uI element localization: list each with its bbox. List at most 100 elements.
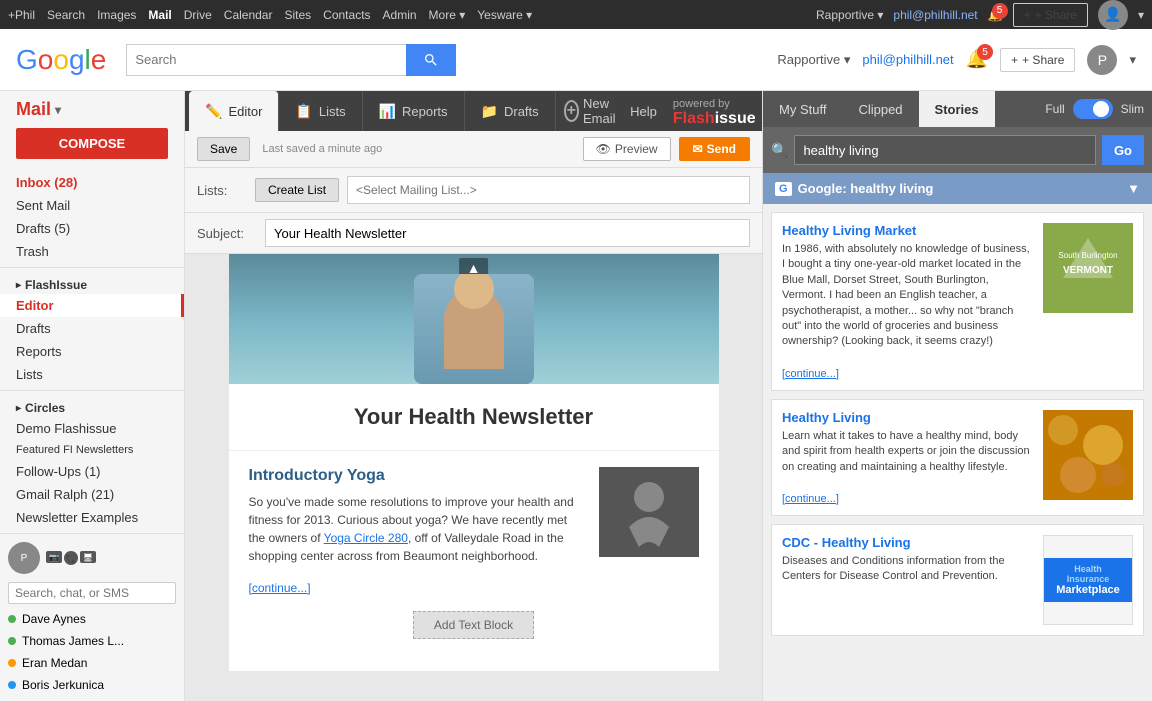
right-tab-stories[interactable]: Stories	[919, 91, 995, 127]
avatar-dropdown[interactable]: ▾	[1129, 52, 1136, 68]
help-button[interactable]: Help	[622, 104, 665, 119]
card-image-1: South Burlington VERMONT	[1043, 223, 1133, 313]
sidebar-item-demo[interactable]: Demo Flashissue	[0, 417, 184, 440]
card-title-1[interactable]: Healthy Living Market	[782, 223, 1035, 238]
eye-icon: 👁	[596, 142, 611, 156]
sidebar-item-fi-drafts[interactable]: Drafts	[0, 317, 184, 340]
more-link[interactable]: More ▾	[429, 8, 466, 22]
search-row: 🔍 Go	[763, 127, 1152, 173]
article-title: Introductory Yoga	[249, 467, 587, 485]
new-email-plus-icon: +	[564, 100, 579, 122]
mail-link[interactable]: Mail	[148, 8, 171, 22]
go-button[interactable]: Go	[1102, 135, 1144, 165]
sidebar-item-sent[interactable]: Sent Mail	[0, 194, 184, 217]
toggle-switch[interactable]	[1073, 99, 1113, 119]
sidebar-item-fi-reports[interactable]: Reports	[0, 340, 184, 363]
chat-search-input[interactable]	[8, 582, 176, 604]
account-dropdown-icon[interactable]: ▾	[1138, 8, 1144, 22]
images-link[interactable]: Images	[97, 8, 136, 22]
mail-heading[interactable]: Mail ▾	[0, 99, 184, 128]
right-tab-clipped[interactable]: Clipped	[842, 91, 918, 127]
contact-eran[interactable]: Eran Medan	[0, 652, 184, 674]
search-icon: 🔍	[771, 135, 788, 165]
card-continue-1[interactable]: [continue...]	[782, 368, 839, 380]
notification-bell[interactable]: 🔔 5	[988, 8, 1003, 22]
tab-drafts[interactable]: 📁 Drafts	[465, 91, 556, 131]
rapportive-btn[interactable]: Rapportive ▾	[777, 52, 850, 68]
header-search-button[interactable]	[406, 44, 456, 76]
sidebar-item-followups[interactable]: Follow-Ups (1)	[0, 460, 184, 483]
notifications-header[interactable]: 🔔 5	[966, 49, 988, 70]
yesware-link[interactable]: Yesware ▾	[477, 8, 532, 22]
avatar[interactable]: 👤	[1098, 0, 1128, 30]
save-button[interactable]: Save	[197, 137, 250, 161]
screen-icon[interactable]: 🖥	[80, 551, 96, 563]
sidebar-item-trash[interactable]: Trash	[0, 240, 184, 263]
status-indicator	[8, 681, 16, 689]
notification-badge: 5	[992, 3, 1008, 19]
flashissue-arrow: ▸	[16, 280, 21, 291]
tab-lists[interactable]: 📋 Lists	[279, 91, 362, 131]
add-text-block-button[interactable]: Add Text Block	[413, 611, 534, 639]
create-list-button[interactable]: Create List	[255, 178, 339, 202]
email-title: Your Health Newsletter	[229, 384, 719, 451]
card-title-3[interactable]: CDC - Healthy Living	[782, 535, 1035, 550]
main-layout: Mail ▾ COMPOSE Inbox (28) Sent Mail Draf…	[0, 91, 1152, 701]
search-link[interactable]: Search	[47, 8, 85, 22]
compose-button[interactable]: COMPOSE	[16, 128, 168, 159]
toolbar-right: 👁 Preview ✉ Send	[583, 137, 750, 161]
yoga-link[interactable]: Yoga Circle 280	[324, 531, 408, 545]
article-text: Introductory Yoga So you've made some re…	[249, 467, 587, 595]
preview-button[interactable]: 👁 Preview	[583, 137, 671, 161]
card-title-2[interactable]: Healthy Living	[782, 410, 1035, 425]
send-button[interactable]: ✉ Send	[679, 137, 750, 161]
stories-search-input[interactable]	[794, 135, 1096, 165]
tab-editor[interactable]: ✏️ Editor	[189, 91, 279, 131]
sidebar-item-gmail-ralph[interactable]: Gmail Ralph (21)	[0, 483, 184, 506]
right-tab-mystuff[interactable]: My Stuff	[763, 91, 842, 127]
share-header-button[interactable]: ++ Share	[1000, 48, 1075, 72]
phone-icon[interactable]: 📞	[64, 551, 78, 565]
rapportive-label[interactable]: Rapportive ▾	[816, 8, 883, 22]
tab-reports[interactable]: 📊 Reports	[363, 91, 465, 131]
card-text-1: Healthy Living Market In 1986, with abso…	[782, 223, 1035, 380]
drive-link[interactable]: Drive	[184, 8, 212, 22]
google-result-banner[interactable]: G Google: healthy living ▼	[763, 173, 1152, 204]
sidebar-item-newsletter-examples[interactable]: Newsletter Examples	[0, 506, 184, 529]
sidebar-item-drafts[interactable]: Drafts (5)	[0, 217, 184, 240]
sidebar-item-editor[interactable]: Editor	[0, 294, 184, 317]
contact-dave[interactable]: Dave Aynes	[0, 608, 184, 630]
new-email-button[interactable]: + New Email	[564, 96, 623, 126]
user-email: phil@philhill.net	[893, 8, 977, 22]
sidebar-item-inbox[interactable]: Inbox (28)	[0, 171, 184, 194]
contacts-link[interactable]: Contacts	[323, 8, 370, 22]
sites-link[interactable]: Sites	[284, 8, 311, 22]
header-search-input[interactable]	[126, 44, 406, 76]
google-banner-text: Google: healthy living	[798, 181, 934, 196]
mail-dropdown-icon: ▾	[55, 103, 61, 117]
user-avatar[interactable]: P	[1087, 45, 1117, 75]
fi-toolbar: Save Last saved a minute ago 👁 Preview ✉…	[185, 131, 762, 168]
contact-thomas[interactable]: Thomas James L...	[0, 630, 184, 652]
sidebar-item-featured[interactable]: Featured FI Newsletters	[0, 440, 184, 460]
share-button[interactable]: + + Share	[1013, 3, 1088, 27]
video-icon[interactable]: 📷	[46, 551, 62, 563]
subject-input[interactable]	[265, 219, 750, 247]
google-icon: G	[775, 182, 792, 196]
card-continue-2[interactable]: [continue...]	[782, 493, 839, 505]
banner-dropdown-icon: ▼	[1127, 181, 1140, 196]
article-section: Introductory Yoga So you've made some re…	[249, 467, 699, 595]
mailing-list-input[interactable]	[347, 176, 750, 204]
admin-link[interactable]: Admin	[383, 8, 417, 22]
circles-section[interactable]: ▸ Circles	[0, 395, 184, 417]
right-content: Healthy Living Market In 1986, with abso…	[763, 204, 1152, 701]
card-body-3: Diseases and Conditions information from…	[782, 554, 1035, 585]
flashissue-section[interactable]: ▸ FlashIssue	[0, 272, 184, 294]
plus-phil-link[interactable]: +Phil	[8, 8, 35, 22]
contact-david[interactable]: David Politis	[0, 696, 184, 701]
article-continue[interactable]: [continue...]	[249, 581, 311, 595]
calendar-link[interactable]: Calendar	[224, 8, 273, 22]
sidebar-item-fi-lists[interactable]: Lists	[0, 363, 184, 386]
status-indicator	[8, 637, 16, 645]
contact-boris[interactable]: Boris Jerkunica	[0, 674, 184, 696]
